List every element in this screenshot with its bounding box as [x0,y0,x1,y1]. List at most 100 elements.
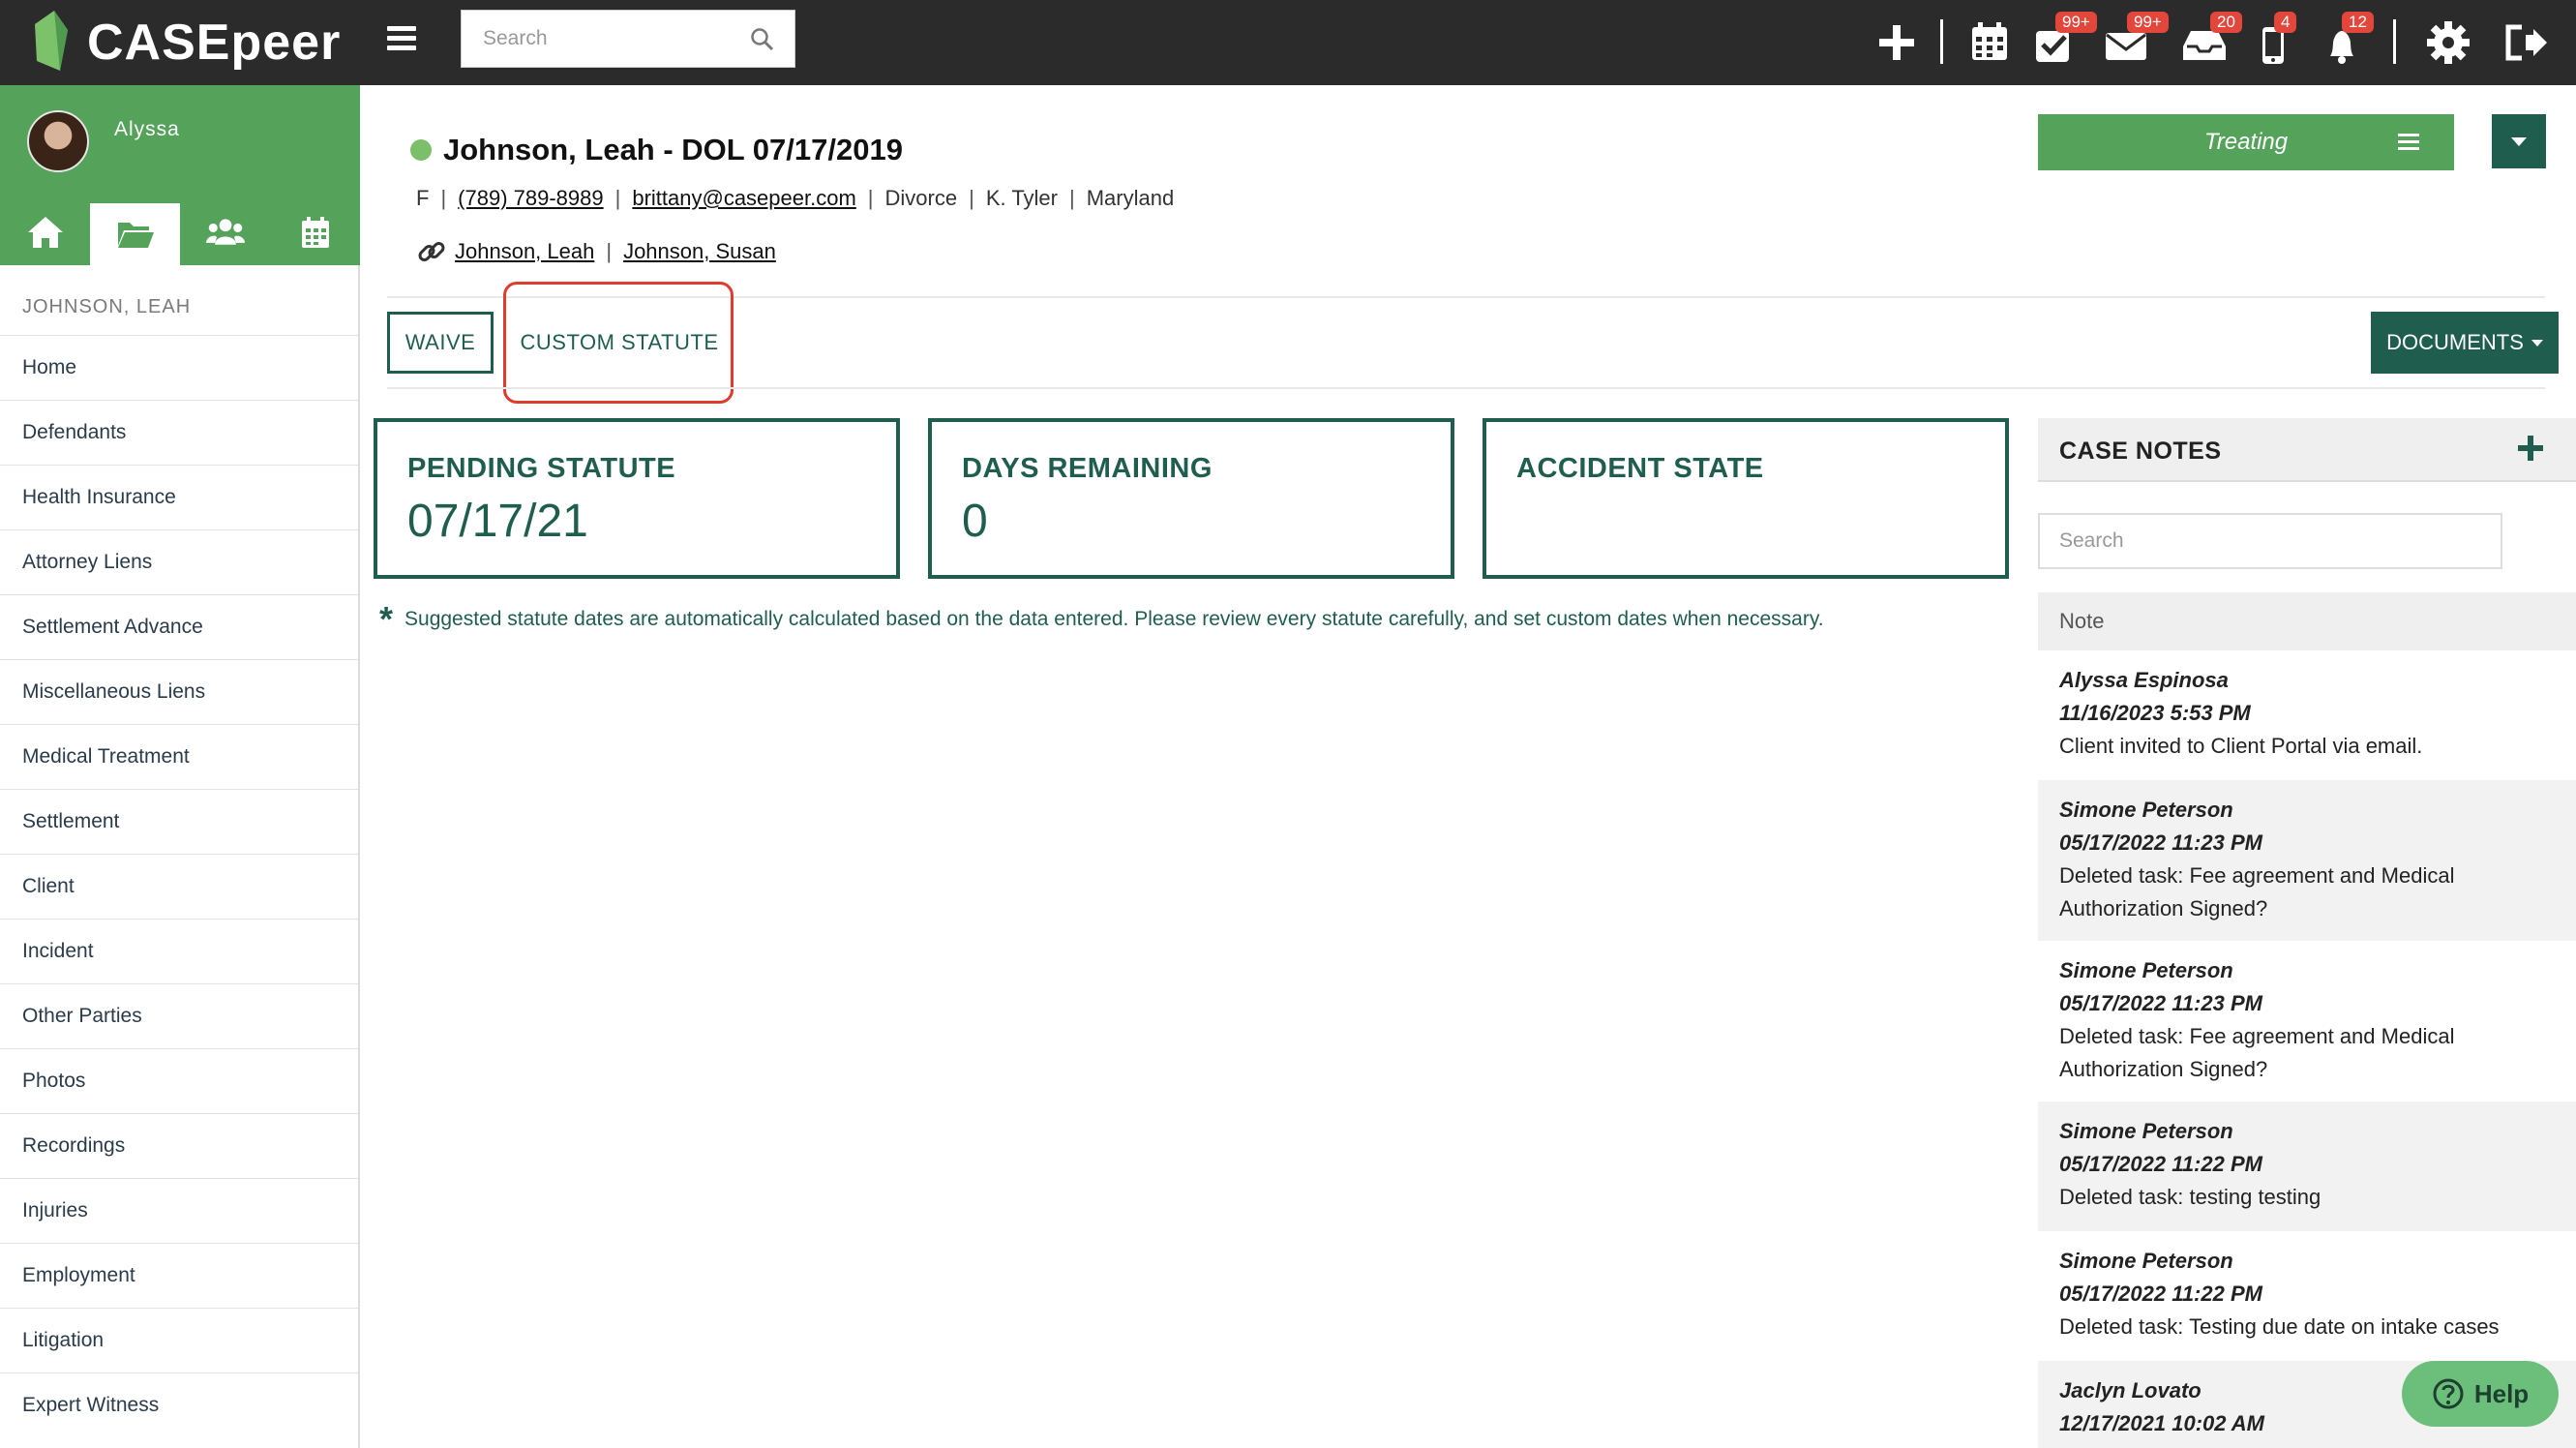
sidebar-item-other-parties[interactable]: Other Parties [0,983,358,1048]
case-title-text: Johnson, Leah - DOL 07/17/2019 [443,133,903,166]
sidebar-item-photos[interactable]: Photos [0,1048,358,1113]
note-text: Deleted task: Fee agreement and Medical [2059,863,2455,888]
casepeer-logo[interactable]: CASEpeer [27,6,341,79]
case-notes-search-input[interactable] [2038,513,2502,569]
caret-down-icon [2531,339,2543,347]
sidebar-tab-home[interactable] [0,199,90,265]
home-icon [27,217,63,248]
sidebar-item-attorney-liens[interactable]: Attorney Liens [0,529,358,594]
settings-button[interactable] [2419,14,2477,72]
sidebar-tabs [0,199,360,265]
separator: | [614,186,621,210]
note-date: 05/17/2022 11:23 PM [2059,830,2262,855]
notifications-badge: 12 [2342,12,2374,33]
top-navigation-bar: CASEpeer 99+ [0,0,2576,85]
accident-state-label: ACCIDENT STATE [1516,453,1764,484]
client-phone-link[interactable]: (789) 789-8989 [458,186,603,211]
related-case-link[interactable]: Johnson, Leah [455,239,594,264]
help-label: Help [2473,1378,2530,1408]
help-button[interactable]: Help [2402,1361,2559,1427]
add-new-button[interactable] [1868,14,1926,72]
asterisk-icon: * [379,599,394,639]
sidebar-item-settlement[interactable]: Settlement [0,789,358,854]
accident-state-card: ACCIDENT STATE [1483,418,2009,579]
sidebar-tab-calendar[interactable] [270,199,360,265]
user-panel: Alyssa [0,85,360,265]
sidebar-item-settlement-advance[interactable]: Settlement Advance [0,594,358,659]
tasks-button[interactable]: 99+ [2026,12,2097,72]
global-search-input[interactable] [462,11,742,67]
main-menu-button[interactable] [387,21,422,60]
note-author: Simone Peterson [2059,1249,2233,1273]
documents-dropdown-button[interactable]: DOCUMENTS [2371,312,2559,374]
sidebar-item-home[interactable]: Home [0,335,358,400]
case-status-dropdown-toggle[interactable] [2492,114,2546,168]
list-item[interactable]: Simone Peterson 05/17/2022 11:23 PM Dele… [2038,780,2576,941]
list-item[interactable]: Alyssa Espinosa 11/16/2023 5:53 PM Clien… [2038,650,2576,780]
messages-button[interactable]: 99+ [2098,12,2169,72]
tasks-badge: 99+ [2055,12,2097,33]
case-type: Divorce [884,186,958,210]
sidebar-tab-contacts[interactable] [180,199,270,265]
sidebar-item-employment[interactable]: Employment [0,1243,358,1308]
statute-notice: * Suggested statute dates are automatica… [379,599,1824,639]
notifications-button[interactable]: 12 [2313,12,2374,72]
days-remaining-label: DAYS REMAINING [962,453,1213,484]
case-status-dot [410,139,432,161]
separator: | [440,186,447,210]
client-email-link[interactable]: brittany@casepeer.com [632,186,855,211]
add-note-plus-icon[interactable] [2516,434,2545,463]
sidebar-tab-cases[interactable] [90,203,180,265]
case-state: Maryland [1086,186,1175,210]
note-date: 05/17/2022 11:22 PM [2059,1282,2262,1306]
user-name[interactable]: Alyssa [114,118,180,141]
sidebar: Alyssa JOHNSON, LEAH Home Defendants Hea… [0,85,360,1448]
phone-button[interactable]: 4 [2245,12,2303,72]
sidebar-item-recordings[interactable]: Recordings [0,1113,358,1178]
list-item[interactable]: Simone Peterson 05/17/2022 11:22 PM Dele… [2038,1231,2576,1361]
annotation-highlight [503,282,734,404]
related-cases: Johnson, Leah | Johnson, Susan [416,236,776,267]
users-icon [205,219,245,245]
note-author: Alyssa Espinosa [2059,668,2229,692]
logo-text: CASEpeer [87,15,342,71]
toolbar-divider [2393,19,2396,64]
sidebar-item-health-insurance[interactable]: Health Insurance [0,465,358,529]
sidebar-item-client[interactable]: Client [0,854,358,919]
sign-out-icon [2505,24,2547,61]
separator: | [969,186,974,210]
note-text: Authorization Signed? [2059,896,2268,920]
sidebar-item-injuries[interactable]: Injuries [0,1178,358,1243]
note-text: Deleted task: testing testing [2059,1185,2321,1209]
inbox-button[interactable]: 20 [2175,12,2242,72]
case-status-button[interactable]: Treating [2038,114,2454,170]
logout-button[interactable] [2497,14,2555,72]
case-attorney: K. Tyler [985,186,1058,210]
sidebar-item-medical-treatment[interactable]: Medical Treatment [0,724,358,789]
avatar[interactable] [27,110,89,172]
separator: | [606,239,613,263]
waive-button[interactable]: WAIVE [387,312,494,374]
separator: | [867,186,874,210]
sidebar-item-litigation[interactable]: Litigation [0,1308,358,1373]
list-item[interactable]: Simone Peterson 05/17/2022 11:22 PM Dele… [2038,1101,2576,1231]
calendar-button[interactable] [1961,14,2019,72]
sidebar-item-incident[interactable]: Incident [0,919,358,983]
case-notes-title: CASE NOTES [2059,437,2222,465]
note-date: 11/16/2023 5:53 PM [2059,701,2251,725]
related-case-link[interactable]: Johnson, Susan [623,239,776,264]
separator: | [1069,186,1075,210]
sidebar-item-miscellaneous-liens[interactable]: Miscellaneous Liens [0,659,358,724]
search-icon[interactable] [750,27,775,52]
pending-statute-card: PENDING STATUTE 07/17/21 [374,418,900,579]
note-text: Authorization Signed? [2059,1057,2268,1081]
list-item[interactable]: Simone Peterson 05/17/2022 11:23 PM Dele… [2038,941,2576,1101]
note-text: Deleted task: Fee agreement and Medical [2059,1024,2455,1048]
note-date: 05/17/2022 11:23 PM [2059,991,2262,1015]
note-author: Simone Peterson [2059,958,2233,982]
sidebar-item-defendants[interactable]: Defendants [0,400,358,465]
messages-badge: 99+ [2127,12,2169,33]
sidebar-item-expert-witness[interactable]: Expert Witness [0,1373,358,1437]
divider [387,387,2545,389]
pending-statute-label: PENDING STATUTE [407,453,676,484]
